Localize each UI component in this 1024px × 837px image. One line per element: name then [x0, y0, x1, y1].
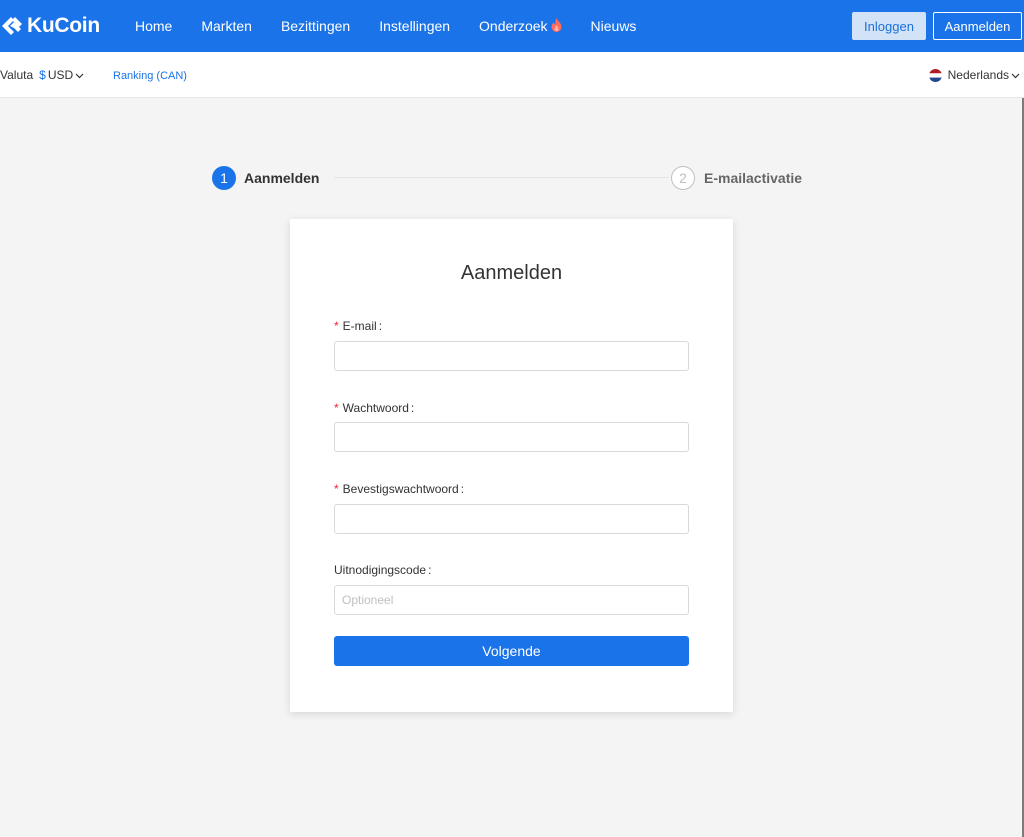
login-button[interactable]: Inloggen: [852, 12, 926, 40]
label-colon: :: [428, 563, 432, 577]
label-colon: :: [460, 482, 465, 496]
fire-icon: [551, 17, 562, 35]
email-label: * E-mail :: [334, 319, 382, 333]
next-button[interactable]: Volgende: [334, 636, 689, 666]
kucoin-logo[interactable]: KuCoin: [0, 13, 100, 39]
step-connector: [334, 177, 669, 178]
sub-bar: Valuta $ USD Ranking (CAN) Nederlands: [0, 52, 1024, 98]
language-selector[interactable]: Nederlands: [928, 68, 1020, 82]
nav-item-research[interactable]: Onderzoek: [479, 17, 562, 35]
nav-item-home[interactable]: Home: [135, 18, 172, 34]
email-field[interactable]: [334, 341, 689, 371]
currency-symbol: $: [39, 68, 46, 82]
step-1-label: Aanmelden: [244, 170, 320, 186]
nav-item-assets[interactable]: Bezittingen: [281, 18, 350, 34]
nav-item-label: Onderzoek: [479, 18, 548, 34]
nav-item-label: Bezittingen: [280, 18, 351, 34]
signup-steps: 1 Aanmelden 2 E-mailactivatie: [212, 165, 812, 191]
password-field[interactable]: [334, 422, 689, 452]
brand-name: KuCoin: [27, 14, 100, 37]
netherlands-flag-icon: [928, 68, 942, 82]
step-2-label: E-mailactivatie: [704, 170, 803, 186]
currency-code: USD: [47, 68, 74, 82]
nav-item-news[interactable]: Nieuws: [591, 18, 637, 34]
invite-code-field[interactable]: [334, 585, 689, 615]
top-navigation-bar: KuCoin Home Markten Bezittingen Instelli…: [0, 0, 1024, 52]
confirm-password-label: * Bevestigswachtwoord :: [334, 482, 464, 496]
required-mark: *: [334, 401, 339, 415]
password-label-text: Wachtwoord: [342, 401, 409, 415]
chevron-down-icon: [75, 68, 84, 82]
label-colon: :: [410, 401, 415, 415]
form-title: Aanmelden: [460, 262, 563, 284]
nav-item-label: Home: [135, 18, 173, 34]
invite-code-label-text: Uitnodigingscode: [334, 563, 427, 577]
ranking-link[interactable]: Ranking (CAN): [113, 70, 187, 82]
invite-code-label: Uitnodigingscode :: [334, 563, 431, 577]
step-1-number: 1: [212, 166, 236, 190]
password-label: * Wachtwoord :: [334, 401, 414, 415]
signup-form-card: Aanmelden * E-mail : * Wachtwoord : * Be…: [290, 219, 733, 712]
email-label-text: E-mail: [342, 319, 377, 333]
main-nav: Home Markten Bezittingen Instellingen On…: [135, 0, 665, 52]
language-label: Nederlands: [947, 68, 1009, 82]
label-colon: :: [378, 319, 383, 333]
chevron-down-icon: [1011, 68, 1020, 82]
nav-item-label: Nieuws: [590, 18, 637, 34]
nav-item-label: Markten: [201, 18, 252, 34]
confirm-password-field[interactable]: [334, 504, 689, 534]
nav-item-label: Instellingen: [379, 18, 451, 34]
nav-item-settings[interactable]: Instellingen: [379, 18, 450, 34]
currency-label: Valuta: [0, 68, 34, 82]
currency-selector[interactable]: Valuta $ USD: [0, 68, 84, 82]
step-2-number: 2: [671, 166, 695, 190]
register-button[interactable]: Aanmelden: [933, 12, 1022, 40]
required-mark: *: [334, 482, 339, 496]
required-mark: *: [334, 319, 339, 333]
nav-item-markets[interactable]: Markten: [201, 18, 252, 34]
kucoin-logo-icon: [2, 17, 22, 35]
confirm-password-label-text: Bevestigswachtwoord: [342, 482, 459, 496]
